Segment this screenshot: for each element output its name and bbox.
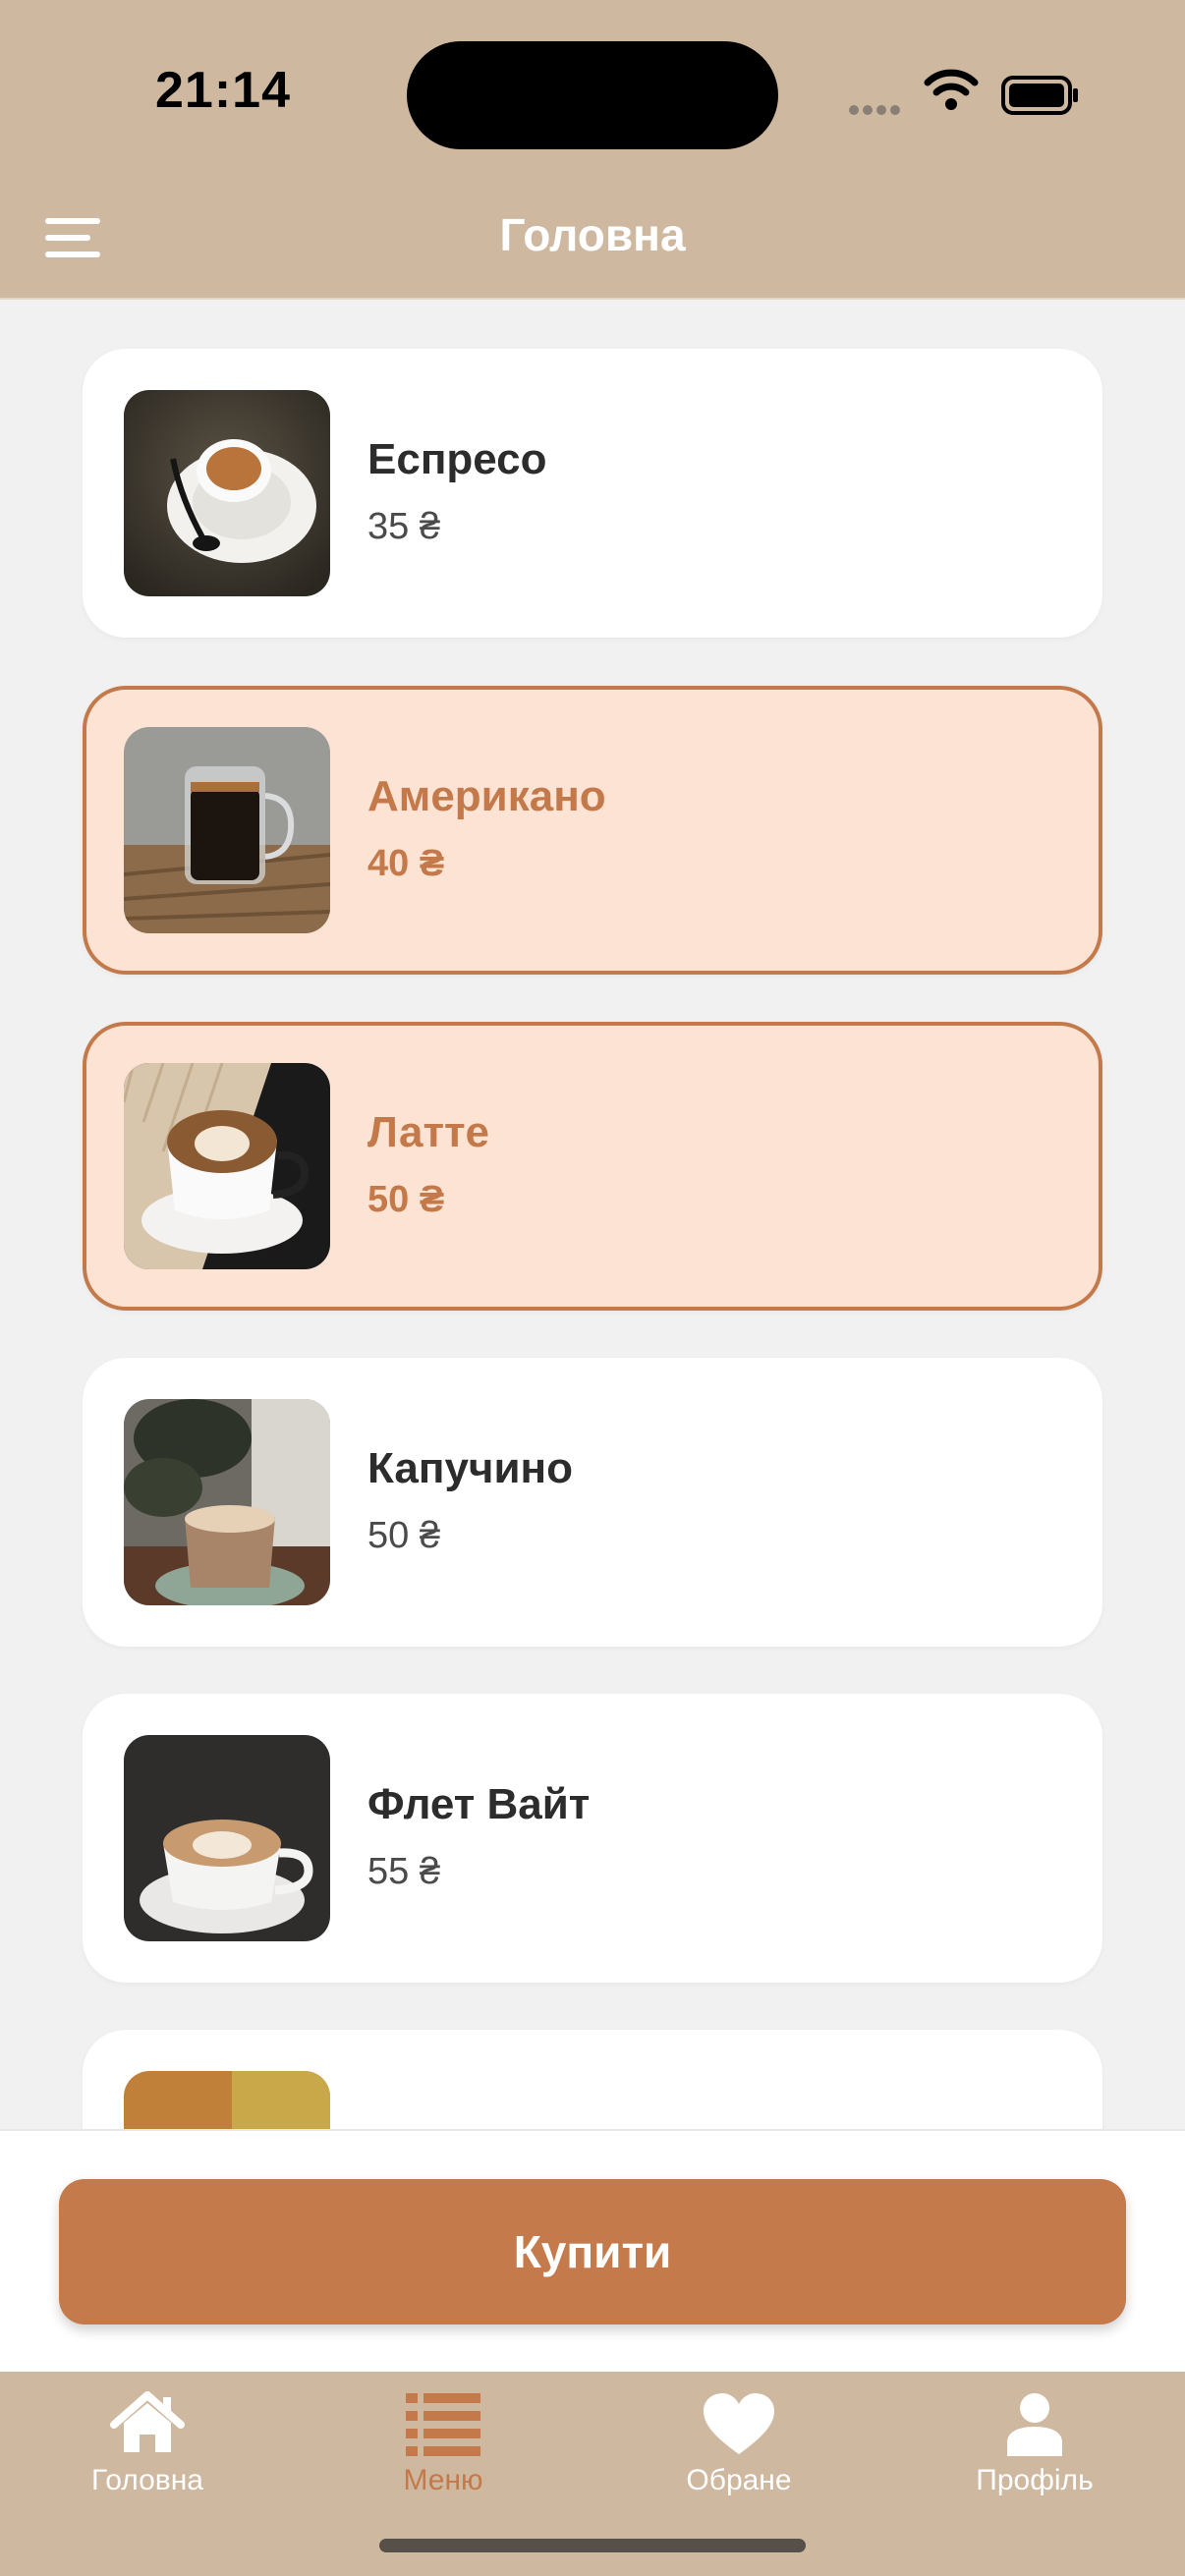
product-name: Капучино (367, 1444, 573, 1492)
tab-profile[interactable]: Профіль (917, 2391, 1153, 2539)
battery-icon (1001, 76, 1078, 115)
product-name: Еспресо (367, 435, 547, 483)
tab-label: Меню (403, 2464, 483, 2496)
product-card-selected[interactable]: Американо 40 ₴ (83, 686, 1102, 975)
tab-label: Профіль (976, 2464, 1094, 2496)
wifi-icon (924, 69, 979, 110)
product-price: 55 ₴ (367, 1851, 440, 1892)
espresso-photo (124, 390, 330, 596)
americano-photo (124, 727, 330, 933)
product-photo (124, 2071, 330, 2129)
page-title: Головна (499, 209, 686, 260)
home-indicator (379, 2539, 806, 2552)
heart-icon (704, 2393, 774, 2454)
buy-button[interactable]: Купити (59, 2179, 1126, 2324)
cellular-signal-icon (849, 102, 904, 120)
cappuccino-photo (124, 1399, 330, 1605)
buy-panel: Купити (0, 2129, 1185, 2374)
tab-menu[interactable]: Меню (325, 2391, 561, 2539)
dynamic-island (407, 41, 778, 149)
product-price: 40 ₴ (367, 843, 445, 884)
product-name: Флет Вайт (367, 1780, 591, 1828)
status-time: 21:14 (155, 62, 291, 119)
flat-white-photo (124, 1735, 330, 1941)
product-name: Латте (367, 1108, 490, 1156)
product-price: 50 ₴ (367, 1179, 445, 1220)
latte-photo (124, 1063, 330, 1269)
product-card[interactable]: Еспресо 35 ₴ (83, 349, 1102, 638)
product-card[interactable]: Капучино 50 ₴ (83, 1358, 1102, 1647)
home-icon (110, 2391, 185, 2452)
product-name: Американо (367, 772, 606, 820)
product-list[interactable]: Еспресо 35 ₴ Американо 40 ₴ Латте 50 ₴ К… (0, 298, 1185, 2129)
product-card[interactable]: Флет Вайт 55 ₴ (83, 1694, 1102, 1983)
tab-label: Головна (91, 2464, 203, 2496)
list-icon (406, 2393, 480, 2456)
tab-favorites[interactable]: Обране (621, 2391, 857, 2539)
tab-label: Обране (686, 2464, 792, 2496)
product-price: 50 ₴ (367, 1515, 440, 1556)
tab-home[interactable]: Головна (29, 2391, 265, 2539)
product-price: 35 ₴ (367, 506, 440, 547)
product-card[interactable] (83, 2030, 1102, 2129)
product-card-selected[interactable]: Латте 50 ₴ (83, 1022, 1102, 1311)
top-bar: 21:14 Головна (0, 0, 1185, 300)
person-icon (1007, 2393, 1062, 2456)
